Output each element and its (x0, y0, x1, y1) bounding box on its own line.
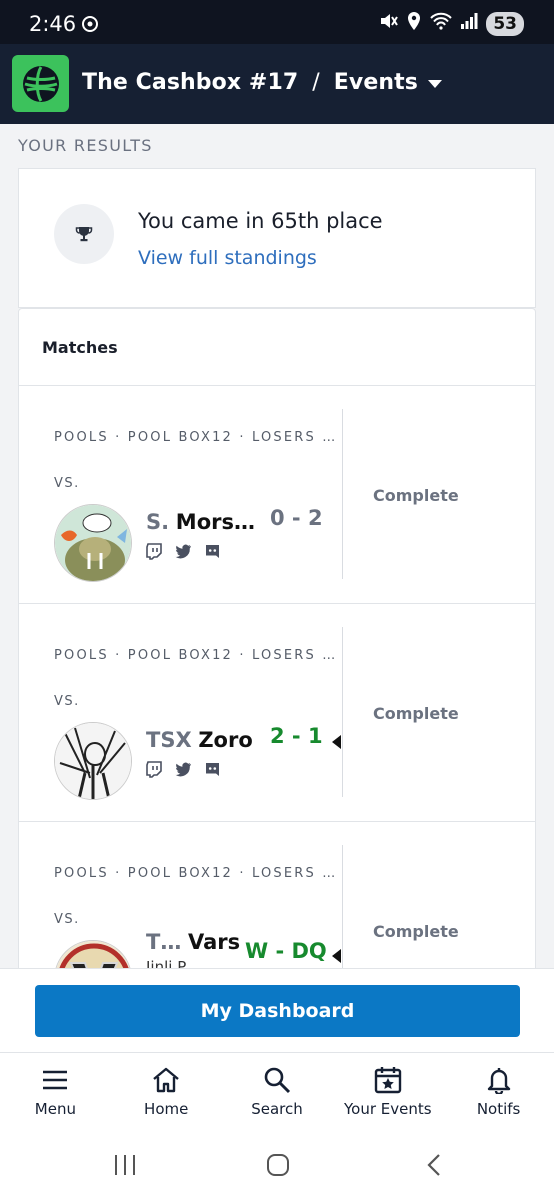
twitter-icon[interactable] (175, 543, 192, 565)
status-time: 2:46 (29, 12, 77, 36)
logo-icon (22, 65, 59, 102)
trophy-icon (75, 227, 93, 242)
view-standings-link[interactable]: View full standings (138, 247, 317, 269)
chrome-icon (82, 16, 98, 37)
calendar-star-icon (374, 1067, 401, 1094)
home-button-icon[interactable] (265, 1152, 291, 1183)
opponent-gamertag: Mors… (175, 510, 255, 534)
twitter-icon[interactable] (175, 761, 192, 783)
nav-item-notifs[interactable]: Notifs (443, 1053, 554, 1132)
matches-card: Matches POOLS · POOL BOX12 · LOSERS … VS… (18, 308, 536, 1008)
recent-apps-icon[interactable] (112, 1152, 138, 1183)
my-dashboard-button[interactable]: My Dashboard (35, 985, 520, 1037)
nav-label: Home (144, 1100, 189, 1118)
match-score: W - DQ (245, 939, 327, 963)
status-icons: 53 (378, 11, 524, 36)
nav-item-home[interactable]: Home (111, 1053, 222, 1132)
dashboard-bar: My Dashboard (0, 968, 554, 1052)
nav-label: Your Events (344, 1100, 432, 1118)
opponent-gamertag: Vars (188, 930, 241, 954)
breadcrumb-separator: / (312, 70, 320, 95)
section-label-results: YOUR RESULTS (18, 136, 153, 155)
match-score: 0 - 2 (270, 506, 323, 530)
match-status: Complete (373, 486, 459, 505)
discord-icon[interactable] (204, 761, 221, 783)
vs-label: VS. (54, 476, 80, 491)
match-phase: POOLS · POOL BOX12 · LOSERS … (54, 648, 338, 663)
opponent-prefix: T… (146, 930, 182, 954)
placement-text: You came in 65th place (138, 209, 383, 233)
twitch-icon[interactable] (146, 761, 163, 783)
bottom-nav: Menu Home Search Your Events Notifs (0, 1052, 554, 1132)
match-score: 2 - 1 (270, 724, 323, 748)
tournament-name[interactable]: The Cashbox #17 (82, 70, 298, 95)
discord-icon[interactable] (204, 543, 221, 565)
system-nav-bar (0, 1132, 554, 1200)
match-phase: POOLS · POOL BOX12 · LOSERS … (54, 866, 338, 881)
status-bar: 2:46 53 (0, 0, 554, 44)
opponent-avatar[interactable] (54, 504, 132, 582)
opponent-prefix: TSX (146, 728, 192, 752)
match-row[interactable]: POOLS · POOL BOX12 · LOSERS … VS. S. Mor… (19, 386, 535, 604)
nav-label: Menu (34, 1100, 76, 1118)
match-phase: POOLS · POOL BOX12 · LOSERS … (54, 430, 338, 445)
opponent-name[interactable]: S. Mors… (146, 510, 255, 534)
opponent-name[interactable]: TSX Zoro (146, 728, 253, 752)
app-logo[interactable] (12, 55, 69, 112)
matches-header: Matches (19, 309, 535, 386)
social-links (146, 761, 221, 783)
nav-item-your-events[interactable]: Your Events (332, 1053, 443, 1132)
nav-label: Search (251, 1100, 303, 1118)
search-icon (264, 1067, 291, 1094)
winner-arrow-icon (332, 735, 341, 749)
wifi-icon (430, 12, 453, 35)
location-icon (406, 11, 422, 36)
tournament-nav[interactable]: The Cashbox #17 / Events (82, 70, 442, 95)
menu-icon (43, 1070, 68, 1090)
trophy-badge (54, 204, 114, 264)
opponent-prefix: S. (146, 510, 170, 534)
vs-label: VS. (54, 912, 80, 927)
nav-label: Notifs (476, 1100, 521, 1118)
column-divider (342, 409, 343, 579)
chevron-down-icon[interactable] (427, 79, 442, 88)
twitch-icon[interactable] (146, 543, 163, 565)
match-status: Complete (373, 922, 459, 941)
vs-label: VS. (54, 694, 80, 709)
winner-arrow-icon (332, 949, 341, 963)
opponent-avatar[interactable] (54, 722, 132, 800)
match-status: Complete (373, 704, 459, 723)
social-links (146, 543, 221, 565)
opponent-gamertag: Zoro (198, 728, 253, 752)
bell-icon (487, 1068, 510, 1094)
match-row[interactable]: POOLS · POOL BOX12 · LOSERS … VS. TSX Zo… (19, 604, 535, 822)
nav-item-menu[interactable]: Menu (0, 1053, 111, 1132)
placement-card: You came in 65th place View full standin… (18, 168, 536, 308)
column-divider (342, 627, 343, 797)
nav-item-search[interactable]: Search (222, 1053, 333, 1132)
signal-icon (460, 12, 478, 35)
home-icon (153, 1067, 179, 1093)
back-icon[interactable] (422, 1152, 448, 1183)
matches-title: Matches (42, 338, 118, 357)
opponent-name[interactable]: T… Vars (146, 930, 240, 954)
app-header: The Cashbox #17 / Events (0, 44, 554, 124)
section-dropdown[interactable]: Events (334, 70, 418, 95)
battery-indicator: 53 (486, 11, 524, 36)
mute-icon (378, 11, 399, 36)
